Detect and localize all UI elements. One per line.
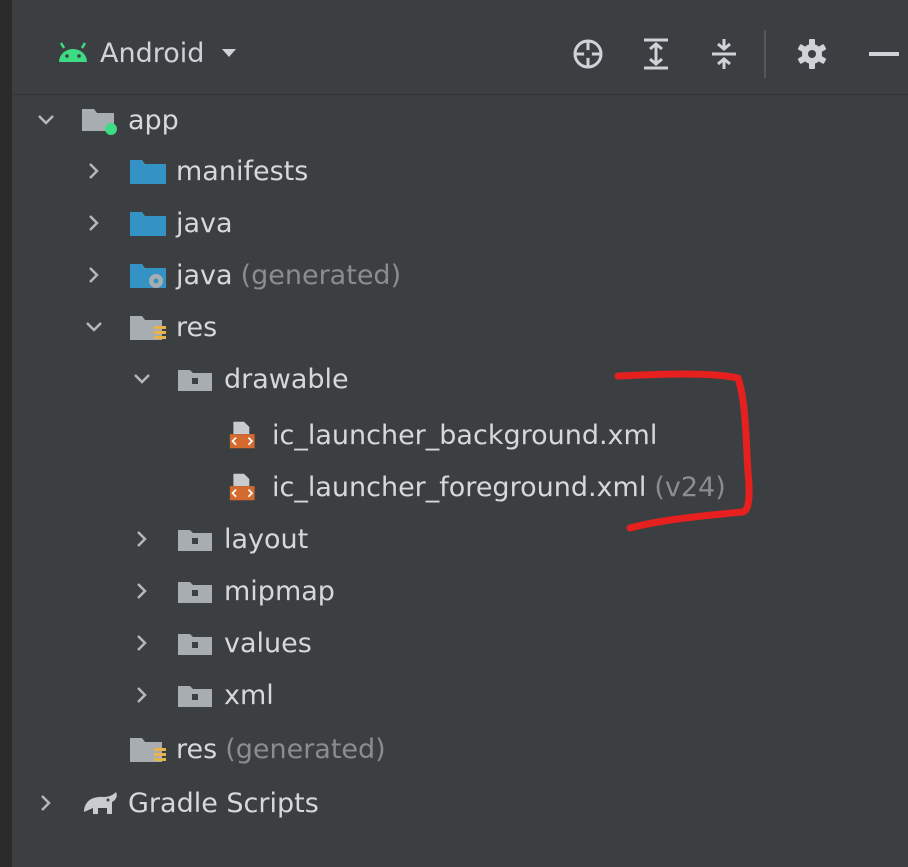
tree-item-java-generated[interactable]: java (generated) [84,250,401,300]
hide-panel-button[interactable] [864,36,904,72]
target-icon [573,39,603,69]
chevron-down-icon [86,322,102,332]
tree-item-label: mipmap [224,575,335,607]
tree-item-label: java [176,259,233,291]
project-panel: Android app manifests java java (generat… [0,0,908,867]
tree-item-res-generated[interactable]: res (generated) [128,724,386,774]
folder-icon [178,370,212,391]
tree-item-label: app [128,104,179,136]
resource-folder-icon [130,316,166,340]
toolbar-separator [764,30,766,78]
select-opened-file-button[interactable] [570,36,606,72]
tree-item-label: res [176,311,218,343]
chevron-right-icon [41,795,51,811]
tree-item-xml[interactable]: xml [132,670,274,720]
tree-item-drawable[interactable]: drawable [132,354,349,404]
collapse-all-icon [712,39,736,69]
minimize-icon [869,52,899,56]
tree-item-layout[interactable]: layout [132,514,308,564]
generated-folder-icon [130,264,166,288]
expand-all-button[interactable] [638,36,674,72]
gear-icon [797,39,827,69]
chevron-right-icon [89,163,99,179]
tree-item-mipmap[interactable]: mipmap [132,566,335,616]
module-folder-icon [82,109,117,135]
settings-button[interactable] [794,36,830,72]
tree-item-label: ic_launcher_foreground.xml [272,471,647,503]
folder-icon [178,582,212,603]
tree-item-suffix: (v24) [654,471,726,503]
expand-all-icon [644,38,668,70]
left-edge-gutter [0,0,12,867]
chevron-down-icon [134,374,150,384]
xml-file-icon [229,473,255,501]
view-selector-label: Android [100,37,205,69]
tree-item-label: values [224,627,312,659]
chevron-down-icon [38,115,54,125]
tree-item-label: Gradle Scripts [128,787,319,819]
chevron-right-icon [89,215,99,231]
android-icon [59,42,87,62]
folder-icon [178,686,212,707]
tree-item-label: ic_launcher_background.xml [272,419,658,451]
gradle-elephant-icon [84,792,117,814]
chevron-right-icon [137,687,147,703]
view-selector-dropdown[interactable]: Android [56,33,238,73]
tree-item-manifests[interactable]: manifests [84,146,308,196]
folder-icon [178,634,212,655]
tree-item-suffix: (generated) [225,733,386,765]
chevron-down-icon [222,49,237,57]
folder-icon [178,530,212,551]
xml-file-icon [229,421,255,449]
folder-icon [130,212,166,236]
tree-item-values[interactable]: values [132,618,312,668]
tree-item-label: java [176,207,233,239]
chevron-right-icon [137,635,147,651]
chevron-right-icon [137,531,147,547]
project-toolbar: Android [12,0,908,95]
tree-item-ic-launcher-background[interactable]: ic_launcher_background.xml [224,410,657,460]
tree-item-res[interactable]: res [84,302,217,352]
resource-folder-icon [130,738,166,762]
tree-item-suffix: (generated) [240,259,402,291]
collapse-all-button[interactable] [706,36,742,72]
tree-item-label: res [176,733,218,765]
tree-item-app[interactable]: app [36,95,179,145]
chevron-right-icon [89,267,99,283]
chevron-right-icon [137,583,147,599]
tree-item-label: manifests [176,155,309,187]
tree-item-label: drawable [224,363,349,395]
folder-icon [130,160,166,184]
tree-item-label: layout [224,523,309,555]
tree-item-gradle-scripts[interactable]: Gradle Scripts [36,778,319,828]
tree-item-ic-launcher-foreground[interactable]: ic_launcher_foreground.xml (v24) [224,462,726,512]
tree-item-label: xml [224,679,274,711]
tree-item-java[interactable]: java [84,198,233,248]
